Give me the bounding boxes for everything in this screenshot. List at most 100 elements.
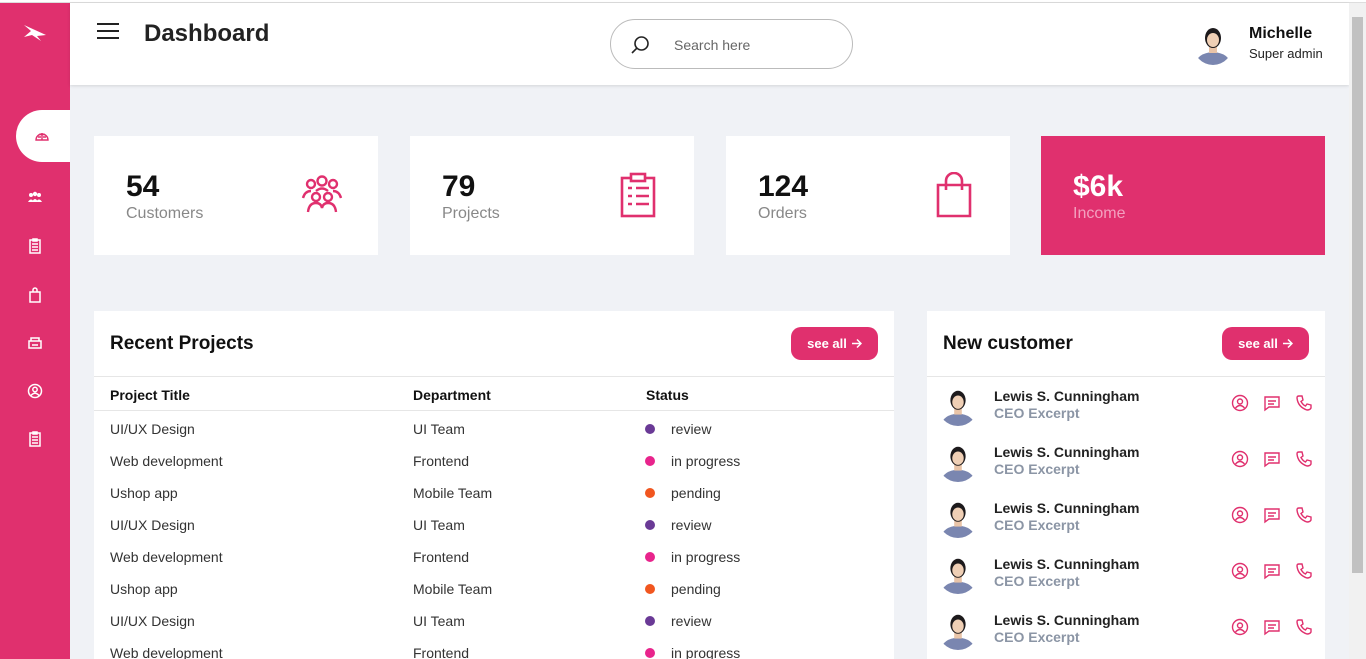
- project-department: UI Team: [413, 613, 465, 629]
- message-icon[interactable]: [1263, 450, 1281, 468]
- see-all-projects-button[interactable]: see all: [791, 327, 878, 360]
- customer-role: CEO Excerpt: [994, 405, 1080, 421]
- customer-role: CEO Excerpt: [994, 517, 1080, 533]
- table-row[interactable]: UI/UX Design UI Team review: [94, 412, 894, 444]
- hamburger-line: [97, 37, 119, 39]
- project-title: Ushop app: [110, 581, 178, 597]
- project-department: Frontend: [413, 453, 470, 469]
- profile-icon[interactable]: [1231, 506, 1249, 524]
- sidebar-item-account[interactable]: [0, 371, 70, 411]
- status-dot: [645, 552, 655, 562]
- new-customer-panel: New customer see all Lewis S. Cunningham…: [927, 311, 1325, 659]
- stat-card-orders[interactable]: 124 Orders: [726, 136, 1010, 255]
- orders-icon: [29, 287, 41, 303]
- search-icon: [631, 36, 649, 54]
- phone-icon[interactable]: [1295, 394, 1313, 412]
- customer-name: Lewis S. Cunningham: [994, 612, 1140, 628]
- sidebar-item-projects[interactable]: [0, 226, 70, 266]
- project-department: Mobile Team: [413, 581, 493, 597]
- stat-card-income[interactable]: $6k Income: [1041, 136, 1325, 255]
- customer-item[interactable]: Lewis S. Cunningham CEO Excerpt: [927, 601, 1325, 657]
- phone-icon[interactable]: [1295, 562, 1313, 580]
- table-row[interactable]: UI/UX Design UI Team review: [94, 508, 894, 540]
- profile-icon[interactable]: [1231, 450, 1249, 468]
- project-status: in progress: [671, 549, 741, 565]
- table-row[interactable]: Web development Frontend in progress: [94, 444, 894, 476]
- search-box[interactable]: [610, 19, 853, 69]
- tasks-icon: [29, 431, 41, 447]
- stat-value: 54: [126, 170, 160, 203]
- project-department: UI Team: [413, 421, 465, 437]
- projects-icon: [29, 238, 41, 254]
- status-dot: [645, 520, 655, 530]
- customer-item[interactable]: Lewis S. Cunningham CEO Excerpt: [927, 489, 1325, 545]
- project-title: Web development: [110, 549, 223, 565]
- table-row[interactable]: Web development Frontend in progress: [94, 636, 894, 659]
- logo-icon[interactable]: [22, 23, 48, 43]
- status-dot: [645, 584, 655, 594]
- message-icon[interactable]: [1263, 394, 1281, 412]
- stat-value: $6k: [1073, 170, 1124, 203]
- message-icon[interactable]: [1263, 506, 1281, 524]
- sidebar-item-orders[interactable]: [0, 275, 70, 315]
- status-dot: [645, 488, 655, 498]
- status-dot: [645, 616, 655, 626]
- arrow-right-icon: [851, 338, 862, 349]
- table-header: Project Title Department Status: [94, 376, 894, 411]
- see-all-customers-button[interactable]: see all: [1222, 327, 1309, 360]
- project-title: Web development: [110, 645, 223, 659]
- button-label: see all: [807, 336, 847, 351]
- customer-name: Lewis S. Cunningham: [994, 500, 1140, 516]
- user-role: Super admin: [1249, 46, 1323, 61]
- users-icon: [301, 175, 343, 213]
- profile-icon[interactable]: [1231, 562, 1249, 580]
- stat-card-projects[interactable]: 79 Projects: [410, 136, 694, 255]
- table-row[interactable]: Web development Frontend in progress: [94, 540, 894, 572]
- avatar-photo: [938, 610, 978, 650]
- page-scrollbar[interactable]: [1349, 3, 1366, 659]
- customer-role: CEO Excerpt: [994, 461, 1080, 477]
- project-status: review: [671, 421, 712, 437]
- avatar-photo: [938, 554, 978, 594]
- profile-icon[interactable]: [1231, 618, 1249, 636]
- search-input[interactable]: [674, 34, 834, 56]
- stat-label: Customers: [126, 205, 204, 222]
- scrollbar-thumb[interactable]: [1352, 17, 1363, 573]
- avatar-photo: [938, 386, 978, 426]
- phone-icon[interactable]: [1295, 450, 1313, 468]
- inventory-icon: [28, 337, 42, 349]
- customer-item[interactable]: Lewis S. Cunningham CEO Excerpt: [927, 545, 1325, 601]
- project-department: Frontend: [413, 645, 470, 659]
- sidebar-item-customers[interactable]: [0, 178, 70, 218]
- table-row[interactable]: Ushop app Mobile Team pending: [94, 476, 894, 508]
- message-icon[interactable]: [1263, 618, 1281, 636]
- status-dot: [645, 456, 655, 466]
- customer-avatar: [938, 554, 978, 594]
- profile-icon[interactable]: [1231, 394, 1249, 412]
- sidebar-item-dashboard[interactable]: [16, 110, 70, 162]
- customer-item[interactable]: Lewis S. Cunningham CEO Excerpt: [927, 377, 1325, 433]
- stat-card-customers[interactable]: 54 Customers: [94, 136, 378, 255]
- message-icon[interactable]: [1263, 562, 1281, 580]
- phone-icon[interactable]: [1295, 506, 1313, 524]
- table-row[interactable]: Ushop app Mobile Team pending: [94, 572, 894, 604]
- project-title: Ushop app: [110, 485, 178, 501]
- sidebar-item-inventory[interactable]: [0, 323, 70, 363]
- phone-icon[interactable]: [1295, 618, 1313, 636]
- clipboard-icon: [620, 172, 656, 218]
- project-status: in progress: [671, 645, 741, 659]
- sidebar: [0, 3, 70, 659]
- table-row[interactable]: UI/UX Design UI Team review: [94, 604, 894, 636]
- customer-item[interactable]: Lewis S. Cunningham CEO Excerpt: [927, 433, 1325, 489]
- customer-name: Lewis S. Cunningham: [994, 388, 1140, 404]
- hamburger-line: [97, 23, 119, 25]
- page-title: Dashboard: [144, 20, 270, 47]
- sidebar-item-tasks[interactable]: [0, 419, 70, 459]
- menu-toggle-button[interactable]: [97, 23, 119, 41]
- avatar-photo: [1193, 23, 1233, 65]
- project-status: pending: [671, 485, 721, 501]
- project-title: UI/UX Design: [110, 613, 195, 629]
- column-header: Project Title: [110, 387, 190, 403]
- project-department: Frontend: [413, 549, 470, 565]
- user-avatar[interactable]: [1193, 23, 1233, 65]
